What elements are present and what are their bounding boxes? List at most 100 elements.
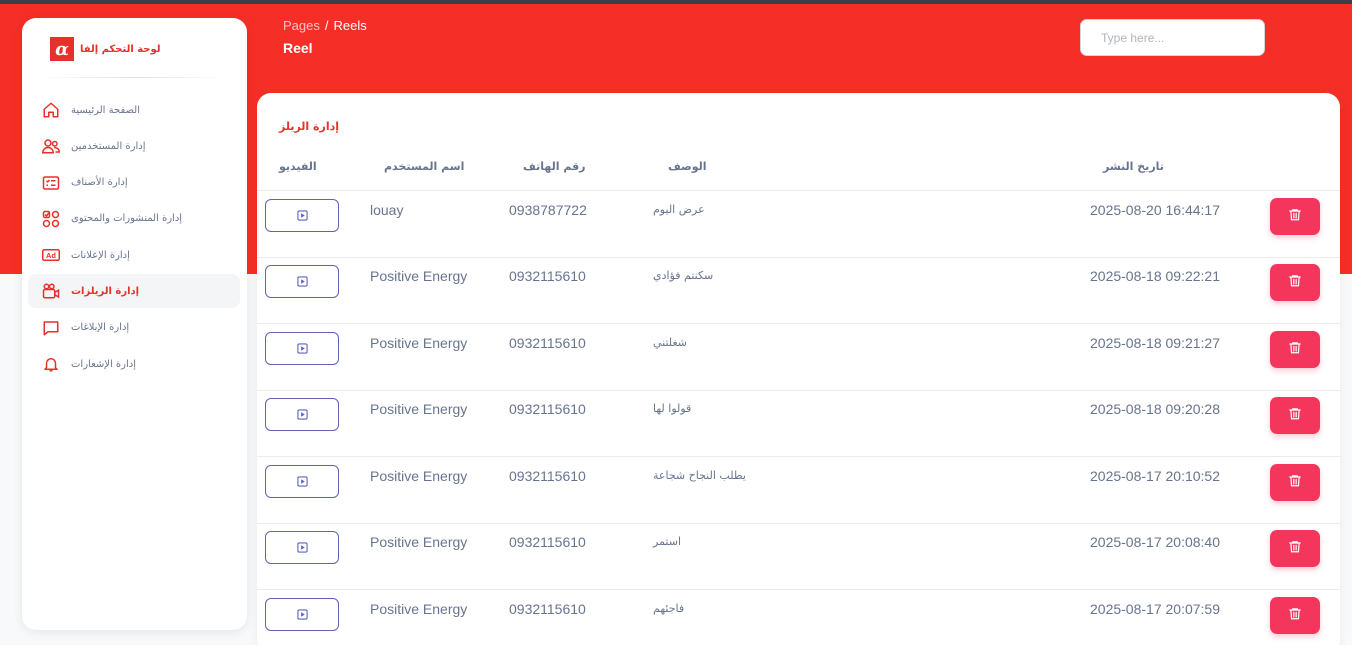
- play-icon: [296, 405, 308, 424]
- sidebar-item-label: إدارة الأصناف: [71, 177, 128, 189]
- trash-icon: [1288, 539, 1302, 558]
- breadcrumb: Pages / Reels: [283, 18, 367, 33]
- bell-icon: [42, 355, 60, 373]
- date-cell: 2025-08-18 09:20:28: [1090, 401, 1220, 417]
- sidebar: α لوحة التحكم إلفا الصفحة الرئيسية إدارة…: [22, 18, 247, 630]
- date-cell: 2025-08-20 16:44:17: [1090, 202, 1220, 218]
- delete-button[interactable]: [1270, 464, 1320, 501]
- date-cell: 2025-08-18 09:21:27: [1090, 335, 1220, 351]
- phone-cell: 0932115610: [509, 601, 586, 617]
- message-icon: [42, 319, 60, 337]
- description-cell: شغلتني: [653, 336, 687, 349]
- column-header-username: اسم المستخدم: [384, 160, 465, 173]
- sidebar-item-ads[interactable]: Ad إدارة الإعلانات: [28, 238, 240, 272]
- play-icon: [296, 538, 308, 557]
- column-header-phone: رقم الهاتف: [523, 160, 586, 173]
- date-cell: 2025-08-17 20:10:52: [1090, 468, 1220, 484]
- username-cell: louay: [370, 202, 404, 218]
- sidebar-item-label: الصفحة الرئيسية: [71, 104, 140, 116]
- delete-button[interactable]: [1270, 198, 1320, 235]
- grid-check-icon: [42, 210, 60, 228]
- brand[interactable]: α لوحة التحكم إلفا: [50, 37, 161, 61]
- sidebar-item-posts[interactable]: إدارة المنشورات والمحتوى: [28, 202, 240, 236]
- breadcrumb-parent[interactable]: Pages: [283, 18, 320, 33]
- reels-card: إدارة الريلز الفيديو اسم المستخدم رقم ال…: [257, 93, 1340, 645]
- sidebar-item-label: إدارة الإبلاغات: [71, 322, 130, 334]
- phone-cell: 0932115610: [509, 268, 586, 284]
- play-icon: [296, 605, 308, 624]
- delete-button[interactable]: [1270, 597, 1320, 634]
- sidebar-item-home[interactable]: الصفحة الرئيسية: [28, 93, 240, 127]
- phone-cell: 0932115610: [509, 335, 586, 351]
- trash-icon: [1288, 340, 1302, 359]
- trash-icon: [1288, 406, 1302, 425]
- sidebar-item-notifications[interactable]: إدارة الإشعارات: [28, 347, 240, 381]
- trash-icon: [1288, 207, 1302, 226]
- table-row: Positive Energy 0932115610 يطلب النجاح شجا…: [257, 457, 1340, 524]
- sidebar-item-users[interactable]: إدارة المستخدمين: [28, 129, 240, 163]
- play-video-button[interactable]: [265, 465, 339, 498]
- delete-button[interactable]: [1270, 331, 1320, 368]
- sidebar-item-label: إدارة الريلزات: [71, 285, 140, 297]
- sidebar-item-categories[interactable]: إدارة الأصناف: [28, 166, 240, 200]
- search-input[interactable]: [1080, 19, 1265, 56]
- delete-button[interactable]: [1270, 397, 1320, 434]
- list-icon: [42, 174, 60, 192]
- date-cell: 2025-08-17 20:08:40: [1090, 534, 1220, 550]
- description-cell: عرض اليوم: [653, 203, 705, 216]
- phone-cell: 0938787722: [509, 202, 587, 218]
- phone-cell: 0932115610: [509, 534, 586, 550]
- svg-text:Ad: Ad: [46, 251, 56, 260]
- description-cell: يطلب النجاح شجاعة: [653, 469, 746, 482]
- description-cell: استمر: [653, 535, 682, 548]
- column-header-date: تاريخ النشر: [1103, 160, 1164, 173]
- sidebar-item-label: إدارة المنشورات والمحتوى: [71, 213, 183, 225]
- play-video-button[interactable]: [265, 598, 339, 631]
- description-cell: فاجئهم: [653, 602, 685, 615]
- brand-logo-icon: α: [50, 37, 74, 61]
- table-row: Positive Energy 0932115610 سكنتم فؤادي 2025…: [257, 257, 1340, 324]
- users-icon: [42, 137, 60, 155]
- date-cell: 2025-08-18 09:22:21: [1090, 268, 1220, 284]
- play-video-button[interactable]: [265, 531, 339, 564]
- table-row: louay 0938787722 عرض اليوم 2025-08-20 16:44…: [257, 191, 1340, 258]
- delete-button[interactable]: [1270, 264, 1320, 301]
- page-title: Reel: [283, 40, 313, 56]
- sidebar-item-label: إدارة الإشعارات: [71, 358, 137, 370]
- breadcrumb-current: Reels: [333, 18, 367, 33]
- trash-icon: [1288, 606, 1302, 625]
- date-cell: 2025-08-17 20:07:59: [1090, 601, 1220, 617]
- trash-icon: [1288, 473, 1302, 492]
- delete-button[interactable]: [1270, 530, 1320, 567]
- play-icon: [296, 272, 308, 291]
- play-icon: [296, 206, 308, 225]
- sidebar-divider: [38, 77, 231, 78]
- sidebar-nav: الصفحة الرئيسية إدارة المستخدمين إدارة ا…: [28, 93, 240, 383]
- description-cell: سكنتم فؤادي: [653, 269, 714, 282]
- username-cell: Positive Energy: [370, 601, 468, 617]
- play-video-button[interactable]: [265, 398, 339, 431]
- play-video-button[interactable]: [265, 265, 339, 298]
- column-header-video: الفيديو: [279, 160, 317, 173]
- table-row: Positive Energy 0932115610 قولوا لها 2025-0…: [257, 390, 1340, 457]
- sidebar-item-reels[interactable]: إدارة الريلزات: [28, 274, 240, 309]
- sidebar-item-label: إدارة الإعلانات: [71, 249, 130, 261]
- phone-cell: 0932115610: [509, 401, 586, 417]
- username-cell: Positive Energy: [370, 401, 468, 417]
- ad-icon: Ad: [42, 246, 60, 264]
- username-cell: Positive Energy: [370, 468, 468, 484]
- play-icon: [296, 339, 308, 358]
- brand-name: لوحة التحكم إلفا: [80, 43, 161, 55]
- username-cell: Positive Energy: [370, 534, 468, 550]
- play-video-button[interactable]: [265, 199, 339, 232]
- play-video-button[interactable]: [265, 332, 339, 365]
- video-camera-icon: [42, 282, 60, 300]
- username-cell: Positive Energy: [370, 268, 468, 284]
- sidebar-item-reports[interactable]: إدارة الإبلاغات: [28, 311, 240, 345]
- sidebar-item-label: إدارة المستخدمين: [71, 140, 146, 152]
- description-cell: قولوا لها: [653, 402, 692, 415]
- username-cell: Positive Energy: [370, 335, 468, 351]
- breadcrumb-separator: /: [324, 18, 329, 33]
- table-row: Positive Energy 0932115610 فاجئهم 2025-08-1…: [257, 590, 1340, 645]
- play-icon: [296, 472, 308, 491]
